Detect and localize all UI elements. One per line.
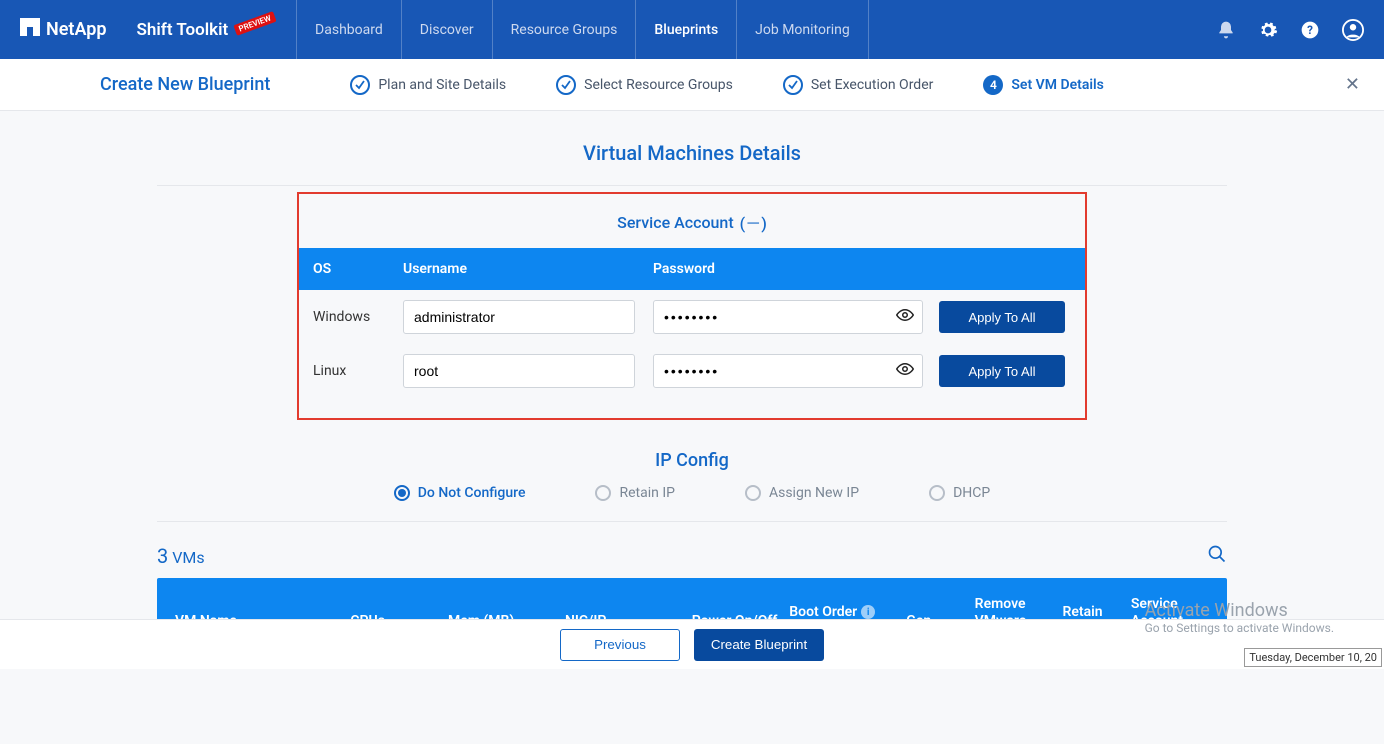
service-account-row-linux: Linux Apply To All bbox=[299, 344, 1085, 398]
netapp-logo-icon bbox=[20, 18, 46, 41]
nav-resource-groups[interactable]: Resource Groups bbox=[492, 0, 636, 59]
radio-do-not-configure[interactable]: Do Not Configure bbox=[394, 485, 526, 501]
radio-dhcp[interactable]: DHCP bbox=[929, 485, 990, 501]
os-label: Linux bbox=[313, 363, 403, 379]
check-icon bbox=[783, 75, 803, 95]
password-input[interactable] bbox=[662, 308, 896, 326]
vms-count-number: 3 bbox=[157, 544, 168, 568]
bell-icon[interactable] bbox=[1216, 20, 1236, 40]
apply-to-all-button[interactable]: Apply To All bbox=[939, 355, 1065, 387]
divider bbox=[157, 521, 1227, 522]
radio-label: Assign New IP bbox=[769, 485, 859, 501]
service-account-header[interactable]: Service Account (－) bbox=[299, 194, 1085, 248]
nav-discover[interactable]: Discover bbox=[401, 0, 492, 59]
password-field-wrap bbox=[653, 354, 923, 388]
eye-icon[interactable] bbox=[896, 306, 914, 328]
collapse-icon[interactable]: (－) bbox=[740, 210, 767, 234]
radio-icon bbox=[394, 485, 410, 501]
create-blueprint-button[interactable]: Create Blueprint bbox=[694, 629, 824, 661]
col-password: Password bbox=[653, 261, 933, 277]
radio-assign-new-ip[interactable]: Assign New IP bbox=[745, 485, 859, 501]
check-icon bbox=[350, 75, 370, 95]
service-account-panel: Service Account (－) OS Username Password… bbox=[297, 192, 1087, 420]
step-plan-site[interactable]: Plan and Site Details bbox=[350, 75, 506, 95]
check-icon bbox=[556, 75, 576, 95]
wizard-stepbar: Create New Blueprint Plan and Site Detai… bbox=[0, 59, 1384, 111]
step-label: Set Execution Order bbox=[811, 77, 934, 93]
radio-icon bbox=[595, 485, 611, 501]
taskbar-date: Tuesday, December 10, 20 bbox=[1244, 648, 1382, 667]
vms-count: 3 VMs bbox=[157, 544, 205, 568]
user-icon[interactable] bbox=[1342, 19, 1364, 41]
radio-retain-ip[interactable]: Retain IP bbox=[595, 485, 675, 501]
username-input[interactable] bbox=[403, 354, 635, 388]
divider bbox=[157, 185, 1227, 186]
ip-config-options: Do Not Configure Retain IP Assign New IP… bbox=[157, 485, 1227, 501]
col-os: OS bbox=[313, 261, 403, 277]
topbar-right: ? bbox=[1216, 19, 1364, 41]
service-account-title: Service Account bbox=[617, 213, 734, 232]
search-icon[interactable] bbox=[1207, 544, 1227, 568]
info-icon[interactable]: i bbox=[861, 605, 875, 619]
step-label: Plan and Site Details bbox=[378, 77, 506, 93]
svg-text:?: ? bbox=[1307, 23, 1313, 37]
radio-icon bbox=[929, 485, 945, 501]
help-icon[interactable]: ? bbox=[1300, 20, 1320, 40]
col-username: Username bbox=[403, 261, 653, 277]
close-icon[interactable]: ✕ bbox=[1345, 74, 1360, 95]
nav-job-monitoring[interactable]: Job Monitoring bbox=[736, 0, 869, 59]
apply-to-all-button[interactable]: Apply To All bbox=[939, 301, 1065, 333]
service-account-row-windows: Windows Apply To All bbox=[299, 290, 1085, 344]
os-label: Windows bbox=[313, 309, 403, 325]
col-boot-label: Boot Order bbox=[789, 604, 857, 620]
main-nav: Dashboard Discover Resource Groups Bluep… bbox=[296, 0, 869, 59]
step-vm-details[interactable]: 4 Set VM Details bbox=[983, 75, 1103, 95]
step-number-badge: 4 bbox=[983, 75, 1003, 95]
previous-button[interactable]: Previous bbox=[560, 629, 680, 661]
nav-dashboard[interactable]: Dashboard bbox=[296, 0, 401, 59]
step-label: Set VM Details bbox=[1011, 77, 1103, 93]
page-title: Virtual Machines Details bbox=[157, 141, 1227, 165]
step-label: Select Resource Groups bbox=[584, 77, 733, 93]
toolkit-title: Shift Toolkit PREVIEW bbox=[137, 20, 277, 40]
vms-count-label: VMs bbox=[172, 548, 204, 567]
password-input[interactable] bbox=[662, 362, 896, 380]
gear-icon[interactable] bbox=[1258, 20, 1278, 40]
radio-icon bbox=[745, 485, 761, 501]
toolkit-label: Shift Toolkit bbox=[137, 20, 229, 40]
wizard-title: Create New Blueprint bbox=[100, 74, 270, 95]
password-field-wrap bbox=[653, 300, 923, 334]
preview-badge: PREVIEW bbox=[234, 11, 277, 36]
top-navbar: NetApp Shift Toolkit PREVIEW Dashboard D… bbox=[0, 0, 1384, 59]
step-resource-groups[interactable]: Select Resource Groups bbox=[556, 75, 733, 95]
ip-config-title: IP Config bbox=[157, 450, 1227, 471]
brand-label: NetApp bbox=[46, 19, 107, 40]
brand: NetApp bbox=[20, 18, 107, 41]
nav-blueprints[interactable]: Blueprints bbox=[635, 0, 736, 59]
service-account-table-header: OS Username Password bbox=[299, 248, 1085, 290]
wizard-footer: Previous Create Blueprint bbox=[0, 619, 1384, 669]
ip-config-section: IP Config Do Not Configure Retain IP Ass… bbox=[157, 450, 1227, 522]
username-input[interactable] bbox=[403, 300, 635, 334]
eye-icon[interactable] bbox=[896, 360, 914, 382]
radio-label: Retain IP bbox=[619, 485, 675, 501]
vms-summary-row: 3 VMs bbox=[157, 544, 1227, 568]
step-execution-order[interactable]: Set Execution Order bbox=[783, 75, 934, 95]
radio-label: Do Not Configure bbox=[418, 485, 526, 501]
radio-label: DHCP bbox=[953, 485, 990, 501]
